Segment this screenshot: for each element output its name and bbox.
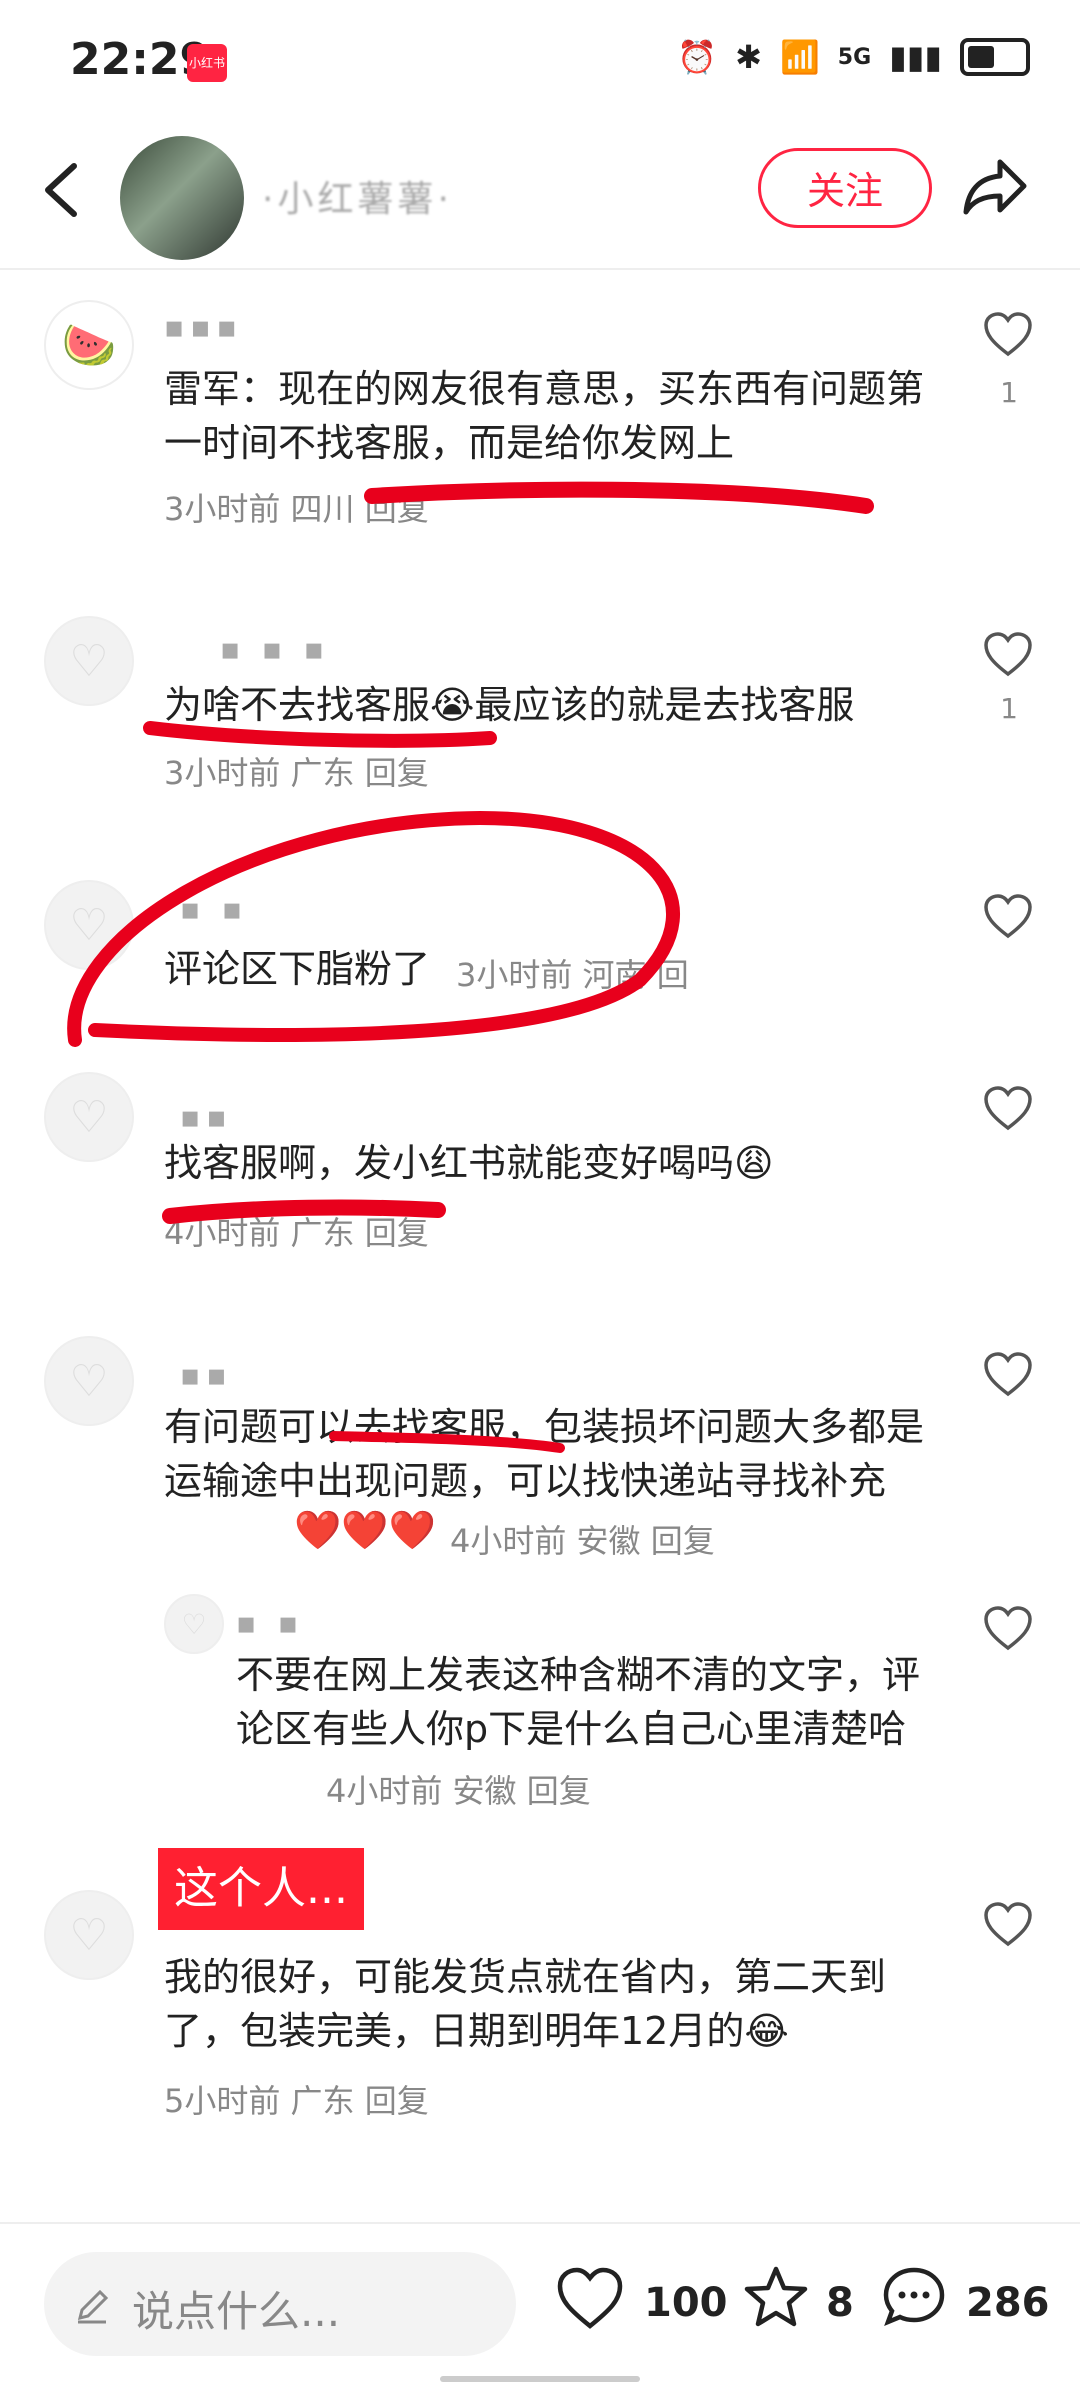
- heart-emojis: ❤️❤️❤️: [294, 1508, 436, 1552]
- commenter-name[interactable]: ▪ ▪ ▪: [220, 632, 330, 667]
- comment-icon[interactable]: [880, 2264, 948, 2330]
- like-count: 100: [644, 2280, 728, 2326]
- commenter-avatar[interactable]: ♡: [44, 1890, 134, 1980]
- chevron-left-icon: [45, 163, 77, 217]
- comment-meta[interactable]: 5小时前 广东 回复: [164, 2076, 429, 2122]
- comment-count: 286: [966, 2280, 1050, 2326]
- replier-avatar[interactable]: ♡: [164, 1594, 224, 1654]
- app-badge: 小红书: [187, 44, 227, 82]
- heart-icon[interactable]: [982, 1350, 1034, 1398]
- reply-meta[interactable]: 4小时前 安徽 回复: [326, 1766, 591, 1812]
- comment-text: 有问题可以去找客服，包装损坏问题大多都是运输途中出现问题，可以找快递站寻找补充: [164, 1405, 925, 1503]
- commenter-avatar[interactable]: ♡: [44, 1072, 134, 1162]
- like-count: 1: [1000, 692, 1018, 725]
- comment-meta[interactable]: 3小时前 广东 回复: [164, 748, 429, 794]
- alarm-icon: ⏰: [677, 38, 718, 76]
- comment-input-placeholder[interactable]: 说点什么...: [132, 2278, 340, 2339]
- header-divider: [0, 268, 1080, 270]
- commenter-name[interactable]: ▪▪▪: [164, 310, 243, 345]
- comment-text-part: 找客服啊，发小红书就能变好喝吗: [164, 1141, 735, 1185]
- follow-button[interactable]: 关注: [758, 148, 932, 228]
- annoyed-emoji: 😩: [734, 1141, 774, 1185]
- status-icons: ⏰ ✱ 📶 5G ▮▮▮: [677, 38, 1030, 76]
- back-button[interactable]: [40, 160, 84, 229]
- bluetooth-icon: ✱: [735, 38, 762, 76]
- author-avatar[interactable]: [120, 136, 244, 260]
- heart-icon[interactable]: [982, 1900, 1034, 1948]
- comment-text: 雷军：现在的网友很有意思，买东西有问题第一时间不找客服，而是给你发网上: [164, 367, 925, 465]
- comment-meta[interactable]: 3小时前 河南 回: [456, 950, 689, 996]
- network-label: 5G: [837, 44, 872, 70]
- annotation-label: 这个人...: [158, 1848, 364, 1930]
- laughing-emoji: 😂: [744, 2009, 789, 2053]
- wifi-icon: 📶: [779, 38, 820, 76]
- commenter-avatar[interactable]: ♡: [44, 880, 134, 970]
- signal-icon: ▮▮▮: [889, 38, 942, 76]
- home-indicator: [440, 2376, 640, 2382]
- like-icon[interactable]: [556, 2266, 624, 2332]
- share-button[interactable]: [960, 156, 1030, 216]
- comment-text: 为啥不去找客服😭最应该的就是去找客服: [164, 678, 944, 732]
- comment-text: 找客服啊，发小红书就能变好喝吗😩: [164, 1136, 944, 1190]
- star-icon[interactable]: [742, 2264, 810, 2330]
- like-count: 1: [1000, 376, 1018, 409]
- commenter-avatar[interactable]: ♡: [44, 1336, 134, 1426]
- commenter-name[interactable]: ▪ ▪: [180, 892, 248, 927]
- commenter-name[interactable]: ▪▪: [180, 1100, 233, 1135]
- comment-meta[interactable]: 4小时前 广东 回复: [164, 1208, 429, 1254]
- heart-icon[interactable]: [982, 892, 1034, 940]
- commenter-name[interactable]: ▪▪: [180, 1358, 233, 1393]
- comment-text-part: 为啥不去找客服: [164, 683, 431, 727]
- bottom-divider: [0, 2222, 1080, 2224]
- commenter-avatar[interactable]: 🍉: [44, 300, 134, 390]
- pencil-icon: [77, 2289, 109, 2324]
- battery-icon: [960, 38, 1030, 76]
- reply-text: 不要在网上发表这种含糊不清的文字，评论区有些人你p下是什么自己心里清楚哈: [236, 1653, 921, 1751]
- heart-icon[interactable]: [982, 310, 1034, 358]
- heart-icon[interactable]: [982, 1084, 1034, 1132]
- star-count: 8: [826, 2280, 854, 2326]
- comment-text: 我的很好，可能发货点就在省内，第二天到了，包装完美，日期到明年12月的😂: [164, 1950, 944, 2058]
- heart-icon[interactable]: [982, 630, 1034, 678]
- comment-text-part: 最应该的就是去找客服: [474, 683, 855, 727]
- replier-name[interactable]: ▪ ▪: [236, 1606, 304, 1641]
- commenter-avatar[interactable]: ♡: [44, 616, 134, 706]
- share-icon: [963, 159, 1027, 215]
- crying-emoji: 😭: [430, 683, 475, 727]
- author-name[interactable]: ·小红薯薯·: [262, 170, 453, 222]
- heart-icon[interactable]: [982, 1604, 1034, 1652]
- comment-text: 评论区下脂粉了: [164, 947, 431, 991]
- comment-meta[interactable]: 3小时前 四川 回复: [164, 484, 429, 530]
- comment-meta[interactable]: 4小时前 安徽 回复: [450, 1516, 715, 1562]
